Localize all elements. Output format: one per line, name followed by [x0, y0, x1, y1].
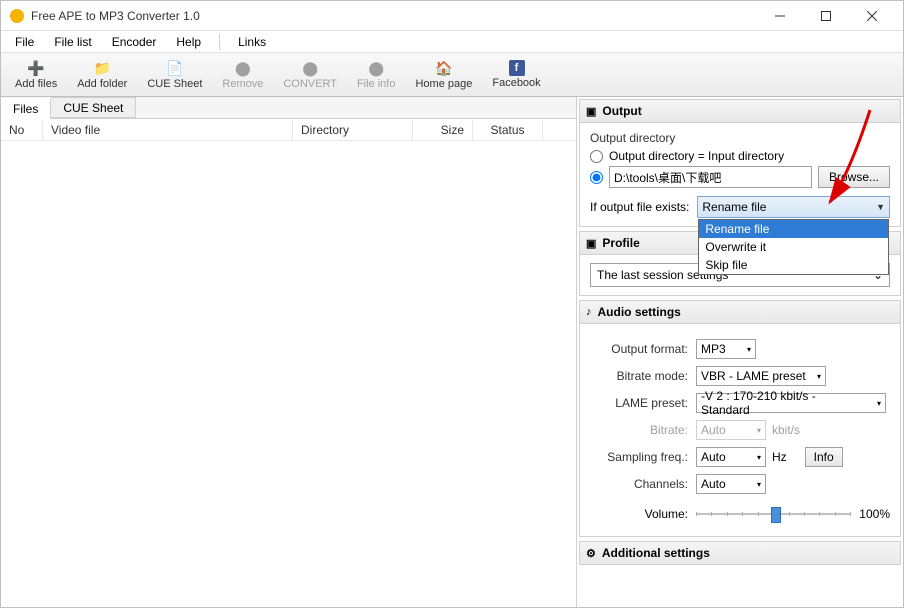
- menu-help[interactable]: Help: [166, 33, 211, 51]
- slider-thumb[interactable]: [771, 507, 781, 523]
- sampling-label: Sampling freq.:: [590, 450, 688, 464]
- info-icon: ⬤: [367, 59, 385, 77]
- title-bar: Free APE to MP3 Converter 1.0: [1, 1, 903, 31]
- close-button[interactable]: [849, 1, 895, 31]
- chevron-down-icon: ▾: [757, 426, 761, 435]
- bitrate-unit: kbit/s: [772, 423, 800, 437]
- output-exists-combo[interactable]: Rename file ▼ Rename file Overwrite it S…: [697, 196, 890, 218]
- dropdown-item-overwrite[interactable]: Overwrite it: [699, 238, 888, 256]
- bitrate-label: Bitrate:: [590, 423, 688, 437]
- maximize-button[interactable]: [803, 1, 849, 31]
- info-button[interactable]: Info: [805, 447, 843, 467]
- add-files-button[interactable]: ➕ Add files: [5, 57, 67, 92]
- sampling-select[interactable]: Auto▾: [696, 447, 766, 467]
- menu-links[interactable]: Links: [228, 33, 276, 51]
- output-icon: ▣: [586, 105, 596, 118]
- settings-panel: ▣ Output Output directory Output directo…: [577, 97, 903, 607]
- col-directory[interactable]: Directory: [293, 120, 413, 140]
- volume-label: Volume:: [590, 507, 688, 521]
- dropdown-item-rename[interactable]: Rename file: [699, 220, 888, 238]
- window-title: Free APE to MP3 Converter 1.0: [31, 9, 757, 23]
- folder-icon: 📁: [93, 59, 111, 77]
- profile-header-label: Profile: [602, 236, 639, 250]
- convert-icon: ⬤: [301, 59, 319, 77]
- menu-separator: [219, 34, 220, 50]
- convert-button[interactable]: ⬤ CONVERT: [273, 57, 347, 92]
- chevron-down-icon: ▾: [757, 480, 761, 489]
- output-format-select[interactable]: MP3▾: [696, 339, 756, 359]
- file-tabs: Files CUE Sheet: [1, 97, 576, 119]
- cue-sheet-button[interactable]: 📄 CUE Sheet: [137, 57, 212, 92]
- bitrate-mode-label: Bitrate mode:: [590, 369, 688, 383]
- output-exists-value: Rename file: [702, 200, 766, 214]
- output-header-label: Output: [602, 104, 641, 118]
- audio-header-label: Audio settings: [598, 305, 681, 319]
- audio-section-header[interactable]: ♪ Audio settings: [579, 300, 901, 324]
- facebook-button[interactable]: f Facebook: [482, 58, 550, 91]
- chevron-down-icon: ▾: [817, 372, 821, 381]
- output-exists-label: If output file exists:: [590, 200, 689, 214]
- file-list-panel: Files CUE Sheet No Video file Directory …: [1, 97, 577, 607]
- chevron-down-icon: ▾: [747, 345, 751, 354]
- output-format-label: Output format:: [590, 342, 688, 356]
- dropdown-item-skip[interactable]: Skip file: [699, 256, 888, 274]
- browse-button[interactable]: Browse...: [818, 166, 890, 188]
- output-same-as-input-label: Output directory = Input directory: [609, 149, 784, 163]
- audio-section: Output format: MP3▾ Bitrate mode: VBR - …: [579, 324, 901, 537]
- remove-icon: ⬤: [234, 59, 252, 77]
- profile-icon: ▣: [586, 237, 596, 250]
- lame-preset-select[interactable]: -V 2 : 170-210 kbit/s - Standard▾: [696, 393, 886, 413]
- menu-bar: File File list Encoder Help Links: [1, 31, 903, 53]
- plus-icon: ➕: [27, 59, 45, 77]
- toolbar: ➕ Add files 📁 Add folder 📄 CUE Sheet ⬤ R…: [1, 53, 903, 97]
- gear-icon: ⚙: [586, 547, 596, 560]
- chevron-down-icon: ▼: [876, 202, 885, 212]
- facebook-icon: f: [509, 60, 525, 76]
- output-section-header[interactable]: ▣ Output: [579, 99, 901, 123]
- channels-select[interactable]: Auto▾: [696, 474, 766, 494]
- bitrate-mode-select[interactable]: VBR - LAME preset▾: [696, 366, 826, 386]
- file-list-header: No Video file Directory Size Status: [1, 119, 576, 141]
- output-exists-dropdown: Rename file Overwrite it Skip file: [698, 219, 889, 275]
- col-status[interactable]: Status: [473, 120, 543, 140]
- lame-preset-label: LAME preset:: [590, 396, 688, 410]
- home-icon: 🏠: [435, 59, 453, 77]
- output-custom-dir-radio[interactable]: [590, 171, 603, 184]
- sampling-unit: Hz: [772, 450, 787, 464]
- volume-slider[interactable]: [696, 504, 851, 524]
- output-directory-label: Output directory: [590, 131, 890, 145]
- home-page-button[interactable]: 🏠 Home page: [405, 57, 482, 92]
- chevron-down-icon: ▾: [757, 453, 761, 462]
- menu-encoder[interactable]: Encoder: [102, 33, 167, 51]
- col-no[interactable]: No: [1, 120, 43, 140]
- note-icon: ♪: [586, 306, 592, 318]
- minimize-button[interactable]: [757, 1, 803, 31]
- tab-cue-sheet[interactable]: CUE Sheet: [51, 97, 136, 118]
- add-folder-button[interactable]: 📁 Add folder: [67, 57, 137, 92]
- additional-section-header[interactable]: ⚙ Additional settings: [579, 541, 901, 565]
- file-list[interactable]: No Video file Directory Size Status: [1, 119, 576, 607]
- output-same-as-input-radio[interactable]: [590, 150, 603, 163]
- col-video-file[interactable]: Video file: [43, 120, 293, 140]
- document-icon: 📄: [166, 59, 184, 77]
- app-icon: [9, 8, 25, 24]
- channels-label: Channels:: [590, 477, 688, 491]
- output-section: Output directory Output directory = Inpu…: [579, 123, 901, 227]
- menu-file[interactable]: File: [5, 33, 44, 51]
- tab-files[interactable]: Files: [1, 98, 51, 119]
- bitrate-select: Auto▾: [696, 420, 766, 440]
- menu-filelist[interactable]: File list: [44, 33, 101, 51]
- remove-button[interactable]: ⬤ Remove: [212, 57, 273, 92]
- additional-header-label: Additional settings: [602, 546, 710, 560]
- file-info-button[interactable]: ⬤ File info: [347, 57, 406, 92]
- output-directory-input[interactable]: [609, 166, 812, 188]
- chevron-down-icon: ▾: [877, 399, 881, 408]
- col-size[interactable]: Size: [413, 120, 473, 140]
- volume-value: 100%: [859, 507, 890, 521]
